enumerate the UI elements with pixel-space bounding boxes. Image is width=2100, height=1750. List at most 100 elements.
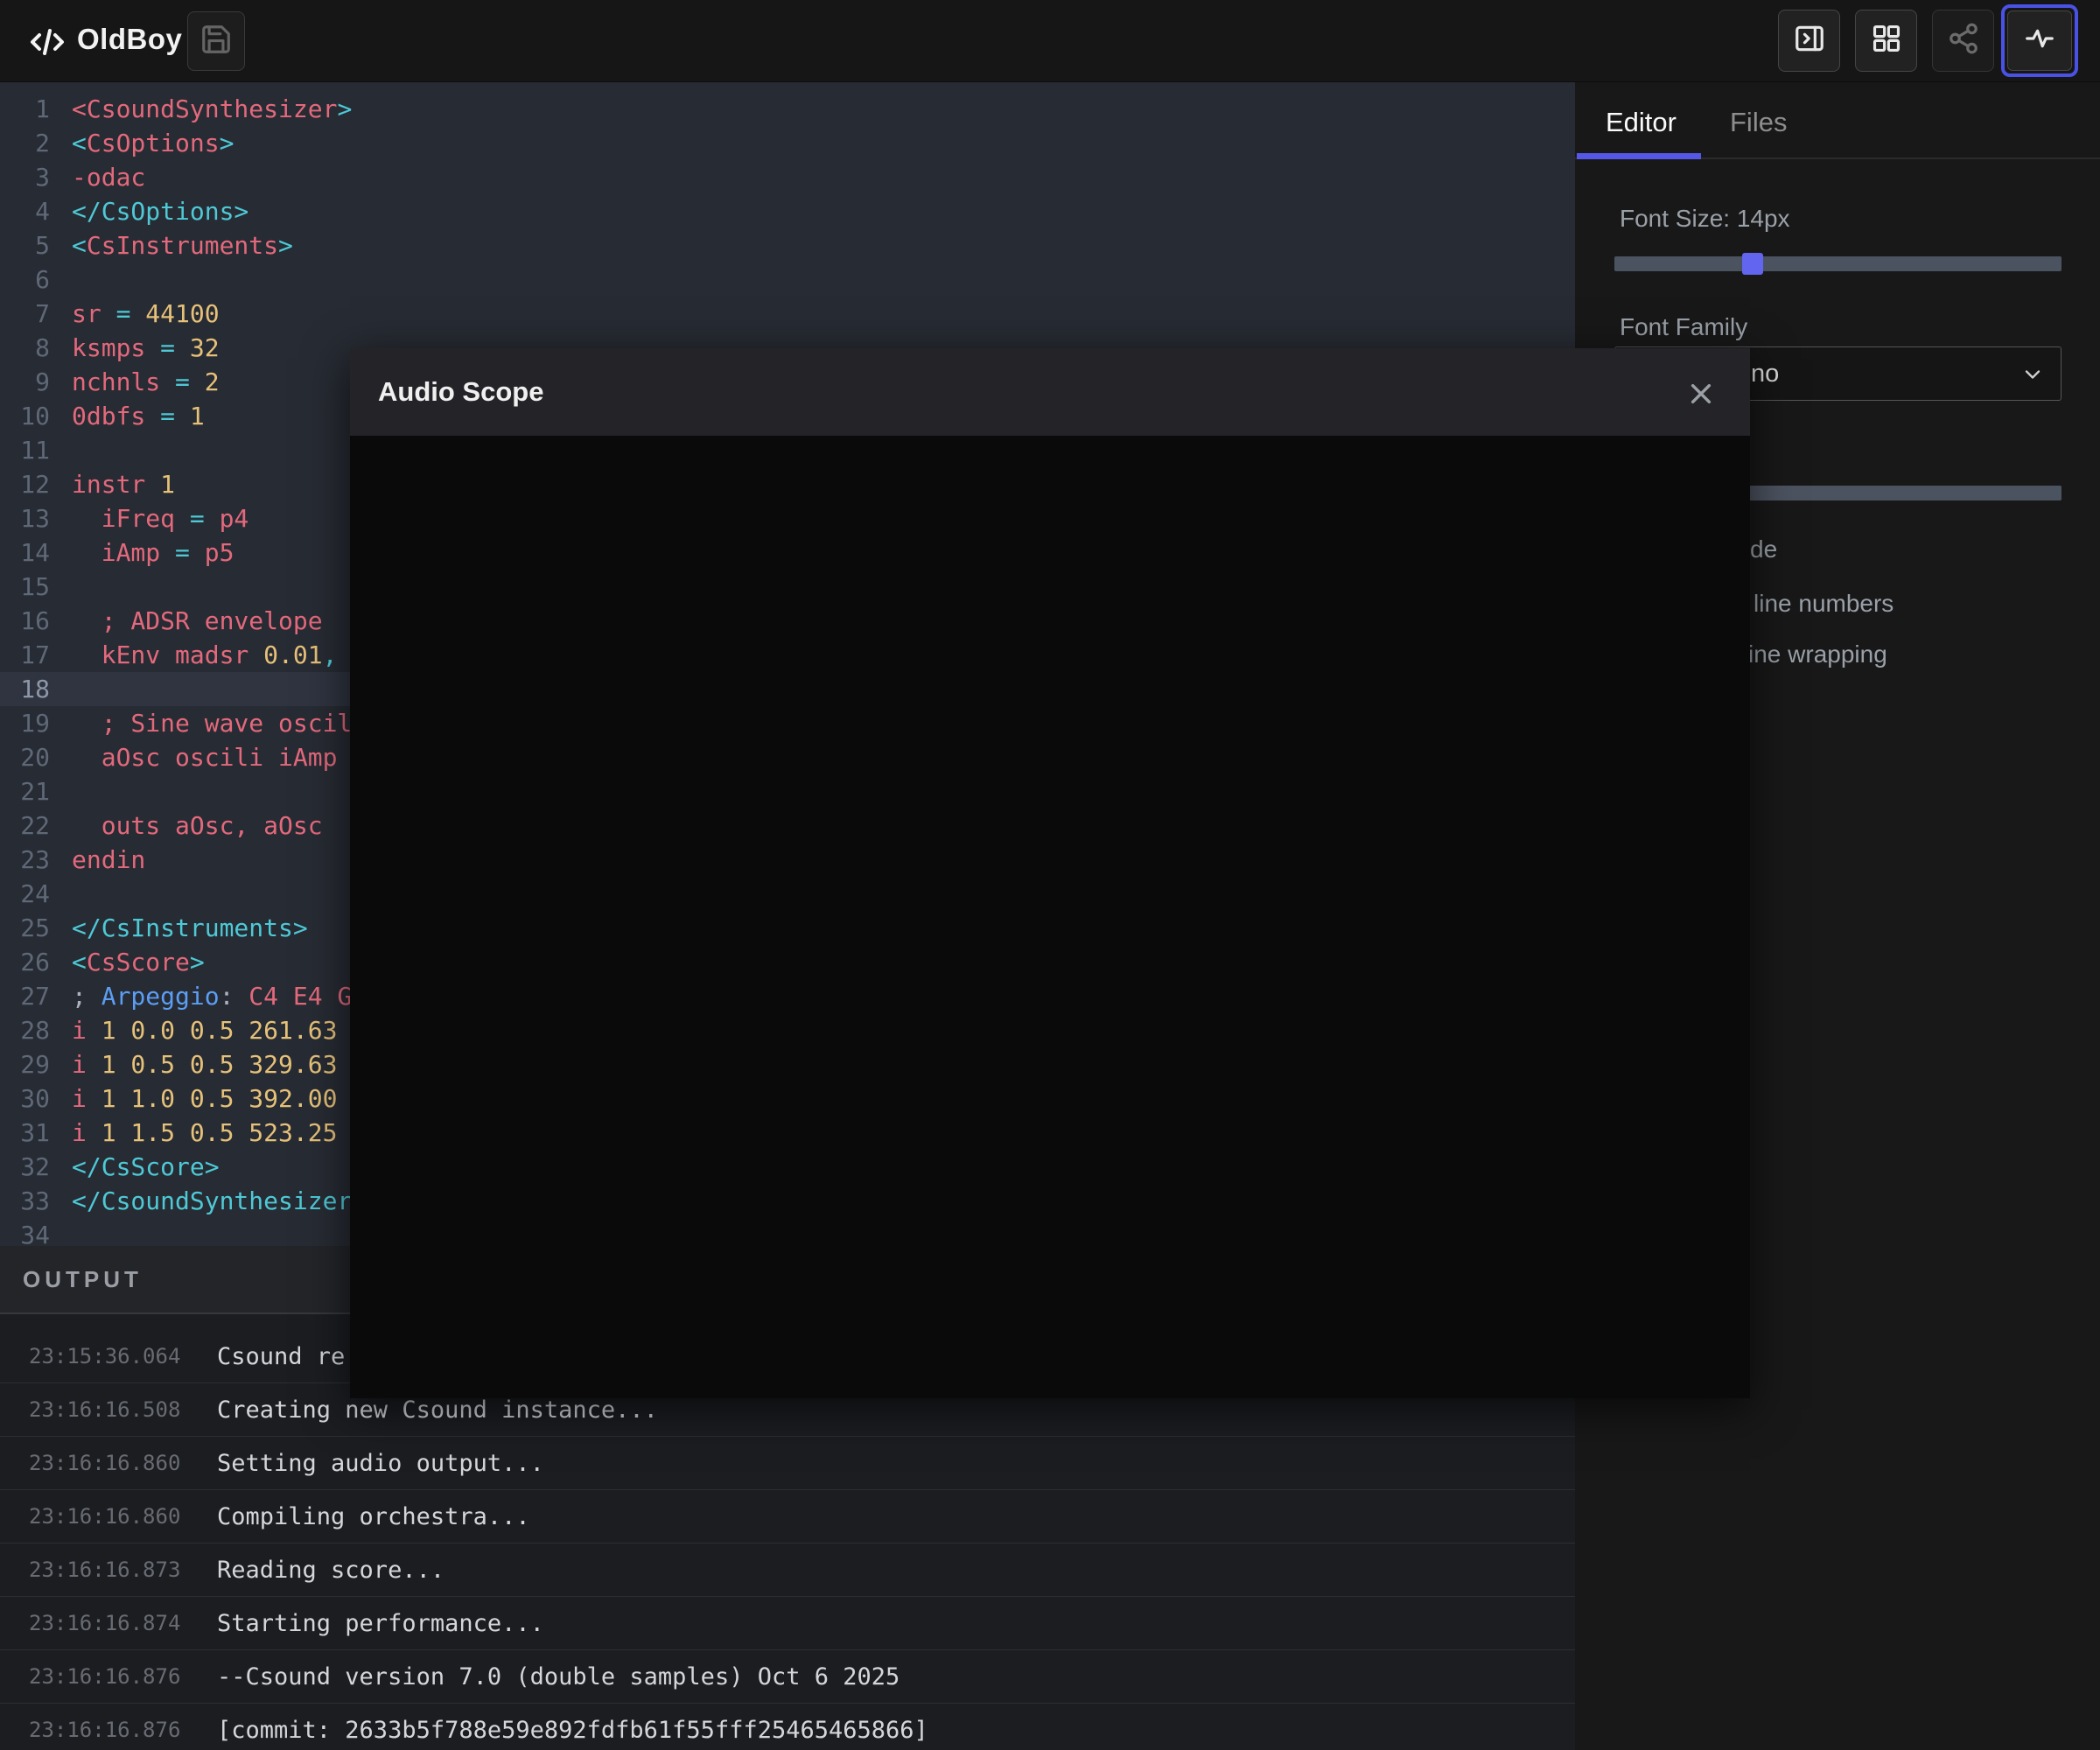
font-size-slider[interactable]: [1614, 256, 2062, 271]
code-text: ; Arpeggio: C4 E4 G: [50, 979, 352, 1013]
line-number: 31: [0, 1116, 50, 1150]
top-bar: OldBoy: [0, 0, 2100, 82]
line-number: 14: [0, 536, 50, 570]
tab-editor[interactable]: Editor: [1606, 107, 1676, 138]
setting-label-fragment: ine wrapping: [1748, 640, 1887, 668]
code-text: ; Sine wave oscil: [50, 706, 352, 740]
code-text: [50, 672, 72, 706]
active-tab-underline: [1577, 153, 1701, 159]
log-message: Setting audio output...: [217, 1450, 544, 1477]
code-text: <CsInstruments>: [50, 228, 293, 262]
log-message: Starting performance...: [217, 1610, 544, 1637]
line-number: 29: [0, 1047, 50, 1082]
code-text: i 1 1.0 0.5 392.00: [50, 1082, 337, 1116]
code-line[interactable]: 4</CsOptions>: [0, 194, 1575, 228]
sidebar-tabs: Editor Files: [1575, 82, 2100, 159]
line-number: 18: [0, 672, 50, 706]
audio-scope-canvas[interactable]: [350, 436, 1750, 1398]
line-number: 27: [0, 979, 50, 1013]
code-text: -odac: [50, 160, 145, 194]
line-number: 20: [0, 740, 50, 774]
modal-header: Audio Scope: [350, 348, 1750, 436]
font-size-label: Font Size: 14px: [1620, 205, 1790, 233]
code-line[interactable]: 1<CsoundSynthesizer>: [0, 92, 1575, 126]
code-text: iFreq = p4: [50, 501, 248, 536]
line-number: 9: [0, 365, 50, 399]
code-text: i 1 0.5 0.5 329.63: [50, 1047, 337, 1082]
audio-scope-modal: Audio Scope: [350, 348, 1750, 1398]
layout-grid-icon: [1870, 22, 1903, 60]
code-text: instr 1: [50, 467, 175, 501]
log-timestamp: 23:16:16.860: [29, 1451, 217, 1475]
font-family-label: Font Family: [1620, 313, 1747, 341]
code-text: ksmps = 32: [50, 331, 220, 365]
code-icon: [26, 21, 68, 63]
code-text: </CsInstruments>: [50, 911, 308, 945]
log-timestamp: 23:16:16.860: [29, 1504, 217, 1529]
share-button[interactable]: [1932, 10, 1994, 72]
code-line[interactable]: 3-odac: [0, 160, 1575, 194]
code-text: sr = 44100: [50, 297, 220, 331]
line-number: 1: [0, 92, 50, 126]
code-line[interactable]: 7sr = 44100: [0, 297, 1575, 331]
code-text: <CsOptions>: [50, 126, 234, 160]
code-text: [50, 877, 72, 911]
line-number: 25: [0, 911, 50, 945]
code-text: [50, 774, 72, 808]
setting-label-fragment: line numbers: [1754, 590, 1894, 618]
line-number: 21: [0, 774, 50, 808]
output-log-row: 23:16:16.876--Csound version 7.0 (double…: [0, 1650, 1575, 1704]
code-text: iAmp = p5: [50, 536, 234, 570]
log-timestamp: 23:16:16.874: [29, 1611, 217, 1635]
panel-right-icon: [1793, 22, 1826, 60]
code-text: nchnls = 2: [50, 365, 220, 399]
code-text: 0dbfs = 1: [50, 399, 205, 433]
log-message: Csound re: [217, 1343, 345, 1370]
line-number: 5: [0, 228, 50, 262]
line-number: 23: [0, 843, 50, 877]
code-text: </CsOptions>: [50, 194, 248, 228]
code-line[interactable]: 5<CsInstruments>: [0, 228, 1575, 262]
layout-grid-button[interactable]: [1855, 10, 1917, 72]
setting-label-fragment: de: [1750, 536, 1777, 564]
line-number: 11: [0, 433, 50, 467]
tab-files[interactable]: Files: [1730, 107, 1787, 138]
line-number: 17: [0, 638, 50, 672]
code-text: ; ADSR envelope: [50, 604, 323, 638]
code-text: i 1 1.5 0.5 523.25: [50, 1116, 337, 1150]
share-icon: [1947, 22, 1980, 60]
output-log-row: 23:16:16.860Compiling orchestra...: [0, 1490, 1575, 1544]
log-message: [commit: 2633b5f788e59e892fdfb61f55fff25…: [217, 1717, 928, 1744]
font-size-slider-thumb[interactable]: [1742, 253, 1763, 275]
line-number: 16: [0, 604, 50, 638]
app-title: OldBoy: [77, 23, 182, 56]
log-message: --Csound version 7.0 (double samples) Oc…: [217, 1663, 900, 1690]
audio-scope-button[interactable]: [2007, 10, 2072, 71]
line-number: 32: [0, 1150, 50, 1184]
log-timestamp: 23:15:36.064: [29, 1344, 217, 1368]
log-timestamp: 23:16:16.876: [29, 1664, 217, 1689]
code-text: [50, 262, 72, 297]
code-text: kEnv madsr 0.01,: [50, 638, 337, 672]
line-number: 3: [0, 160, 50, 194]
output-log-row: 23:16:16.874Starting performance...: [0, 1597, 1575, 1650]
modal-title: Audio Scope: [378, 376, 543, 408]
line-number: 22: [0, 808, 50, 843]
output-log-row: 23:16:16.860Setting audio output...: [0, 1437, 1575, 1490]
close-icon[interactable]: [1687, 380, 1715, 408]
save-icon: [200, 23, 233, 60]
save-button[interactable]: [187, 11, 245, 71]
line-number: 12: [0, 467, 50, 501]
code-text: [50, 570, 72, 604]
log-timestamp: 23:16:16.508: [29, 1397, 217, 1422]
code-text: <CsScore>: [50, 945, 205, 979]
line-number: 28: [0, 1013, 50, 1047]
line-number: 6: [0, 262, 50, 297]
panel-right-button[interactable]: [1778, 10, 1840, 72]
output-log-row: 23:16:16.873Reading score...: [0, 1544, 1575, 1597]
code-line[interactable]: 6: [0, 262, 1575, 297]
chevron-down-icon: [2020, 362, 2045, 387]
log-message: Compiling orchestra...: [217, 1503, 530, 1530]
code-line[interactable]: 2<CsOptions>: [0, 126, 1575, 160]
output-title: OUTPUT: [23, 1266, 143, 1293]
